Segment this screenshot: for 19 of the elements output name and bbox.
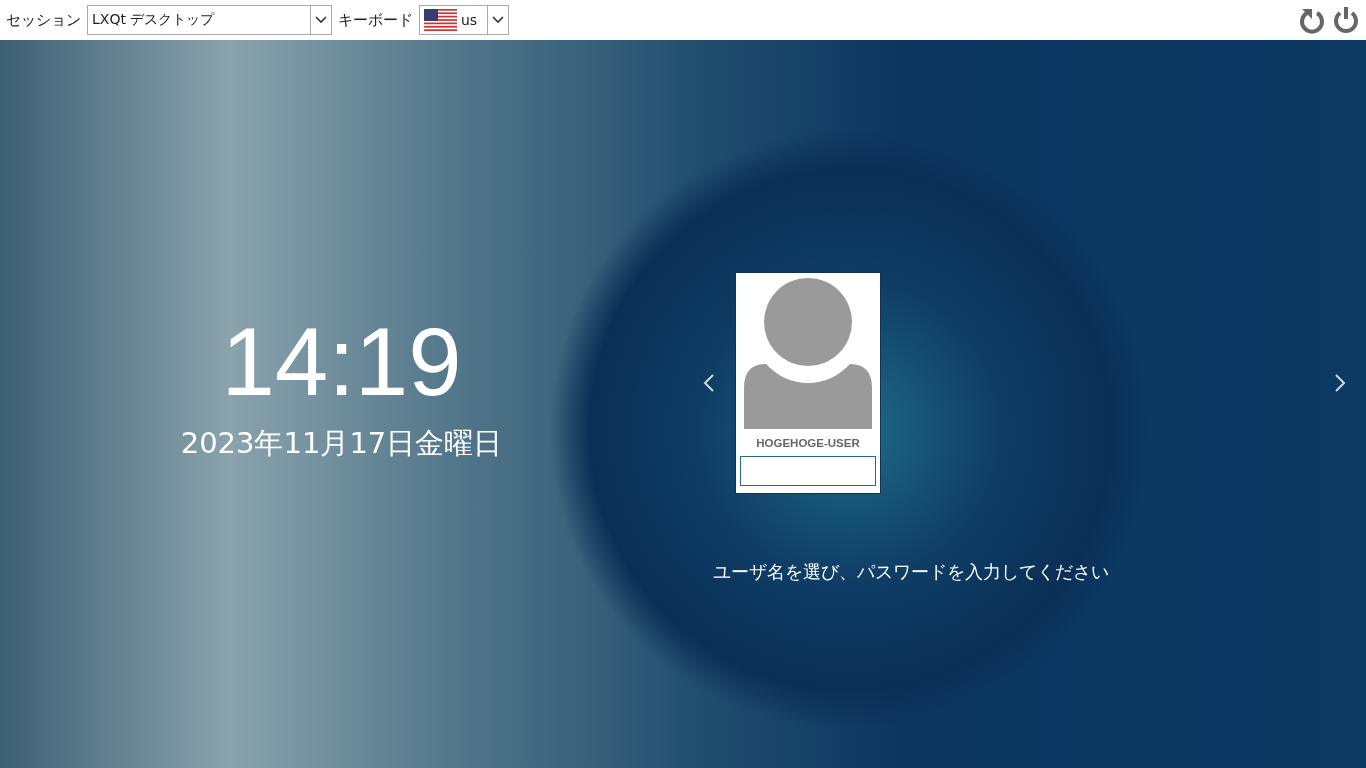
restart-icon[interactable] (1298, 6, 1326, 34)
session-value: LXQt デスクトップ (91, 10, 216, 29)
clock-date: 2023年11月17日金曜日 (180, 425, 503, 462)
power-icon[interactable] (1332, 6, 1360, 34)
chevron-down-icon (492, 16, 504, 24)
chevron-left-icon[interactable] (703, 373, 715, 393)
user-card[interactable]: HOGEHOGE-USER (735, 272, 881, 494)
chevron-right-icon[interactable] (1334, 373, 1346, 393)
keyboard-dropdown[interactable]: us (419, 5, 509, 35)
session-label: セッション (6, 10, 81, 30)
chevron-down-icon (315, 16, 327, 24)
instruction-text: ユーザ名を選び、パスワードを入力してください (713, 560, 1110, 584)
flag-icon (424, 9, 457, 31)
user-name: HOGEHOGE-USER (756, 437, 860, 449)
session-dropdown[interactable]: LXQt デスクトップ (87, 5, 332, 35)
password-field[interactable] (740, 456, 876, 486)
keyboard-layout-value: us (461, 12, 478, 28)
keyboard-label: キーボード (338, 10, 413, 30)
clock-time: 14:19 (221, 312, 462, 412)
